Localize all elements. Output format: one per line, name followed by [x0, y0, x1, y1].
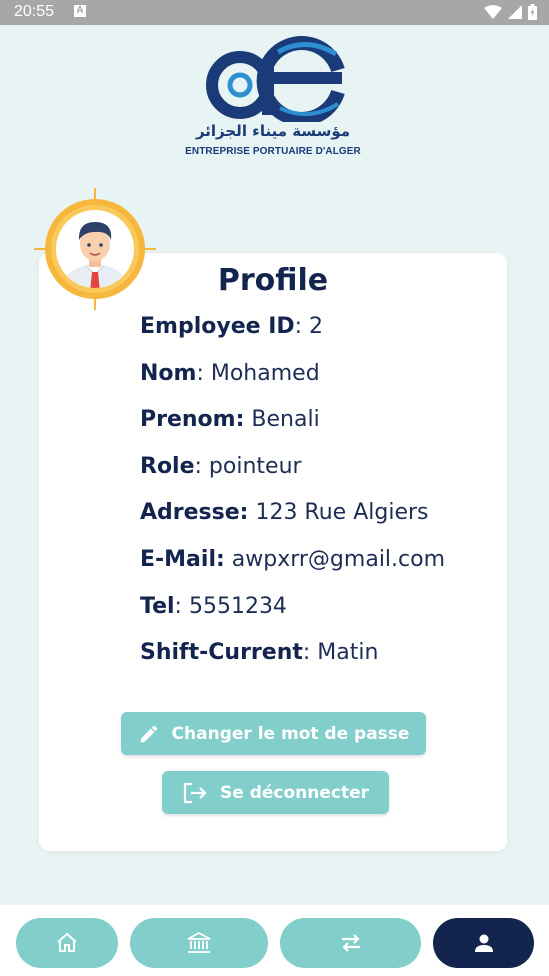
nav-profile[interactable] [433, 918, 534, 968]
logo-mark-icon [206, 36, 345, 126]
bank-icon [187, 931, 211, 953]
status-time: 20:55 [14, 3, 55, 20]
field-label: Nom [140, 360, 197, 386]
field-value: : 5551234 [174, 593, 287, 619]
company-logo: مؤسسة ميناء الجزائر ENTREPRISE PORTUAIRE… [178, 30, 368, 160]
field-prenom: Prenom: Benali [140, 407, 445, 454]
status-icons [484, 4, 537, 20]
field-shift-current: Shift-Current: Matin [140, 640, 445, 687]
field-value: : pointeur [194, 453, 302, 479]
field-label: Role [140, 453, 195, 479]
field-value: : Matin [302, 640, 379, 666]
status-bar: 20:55 A [0, 0, 549, 25]
logo-arabic-text: مؤسسة ميناء الجزائر [195, 122, 351, 140]
field-value: : 2 [294, 314, 324, 339]
logo-latin-text: ENTREPRISE PORTUAIRE D'ALGER [185, 146, 361, 157]
logout-label: Se déconnecter [220, 782, 369, 803]
field-label: Adresse: [140, 500, 249, 526]
field-label: Employee ID [140, 314, 295, 339]
field-value: : Mohamed [196, 360, 320, 386]
nav-transfer[interactable] [280, 918, 421, 968]
wifi-icon [484, 5, 502, 19]
battery-icon [528, 4, 537, 20]
notification-icon: A [74, 5, 86, 17]
user-avatar-icon [34, 188, 156, 310]
logout-button[interactable]: Se déconnecter [162, 771, 389, 814]
signal-icon [508, 5, 522, 19]
field-value: awpxrr@gmail.com [224, 546, 446, 572]
person-icon [474, 934, 493, 952]
nav-home[interactable] [16, 918, 118, 968]
field-adresse: Adresse: 123 Rue Algiers [140, 500, 445, 547]
field-employee-id: Employee ID: 2 [140, 314, 445, 361]
field-email: E-Mail: awpxrr@gmail.com [140, 547, 445, 594]
field-tel: Tel: 5551234 [140, 594, 445, 641]
change-password-label: Changer le mot de passe [171, 723, 410, 744]
field-value: 123 Rue Algiers [248, 500, 429, 526]
avatar [34, 188, 156, 310]
field-role: Role: pointeur [140, 454, 445, 501]
field-nom: Nom: Mohamed [140, 361, 445, 408]
profile-card: Profile Employee ID: 2 Nom: Mohamed Pren… [39, 253, 507, 851]
change-password-button[interactable]: Changer le mot de passe [121, 712, 426, 755]
field-label: Tel [140, 593, 175, 619]
bottom-nav [0, 905, 549, 976]
field-label: E-Mail: [140, 546, 225, 572]
field-label: Prenom: [140, 407, 245, 433]
logout-icon [183, 782, 207, 803]
nav-bank[interactable] [130, 918, 268, 968]
swap-arrows-icon [341, 934, 360, 952]
pencil-icon [140, 725, 157, 742]
profile-fields: Employee ID: 2 Nom: Mohamed Prenom: Bena… [140, 314, 445, 687]
field-label: Shift-Current [140, 640, 303, 666]
field-value: Benali [244, 407, 320, 433]
home-icon [57, 932, 77, 952]
